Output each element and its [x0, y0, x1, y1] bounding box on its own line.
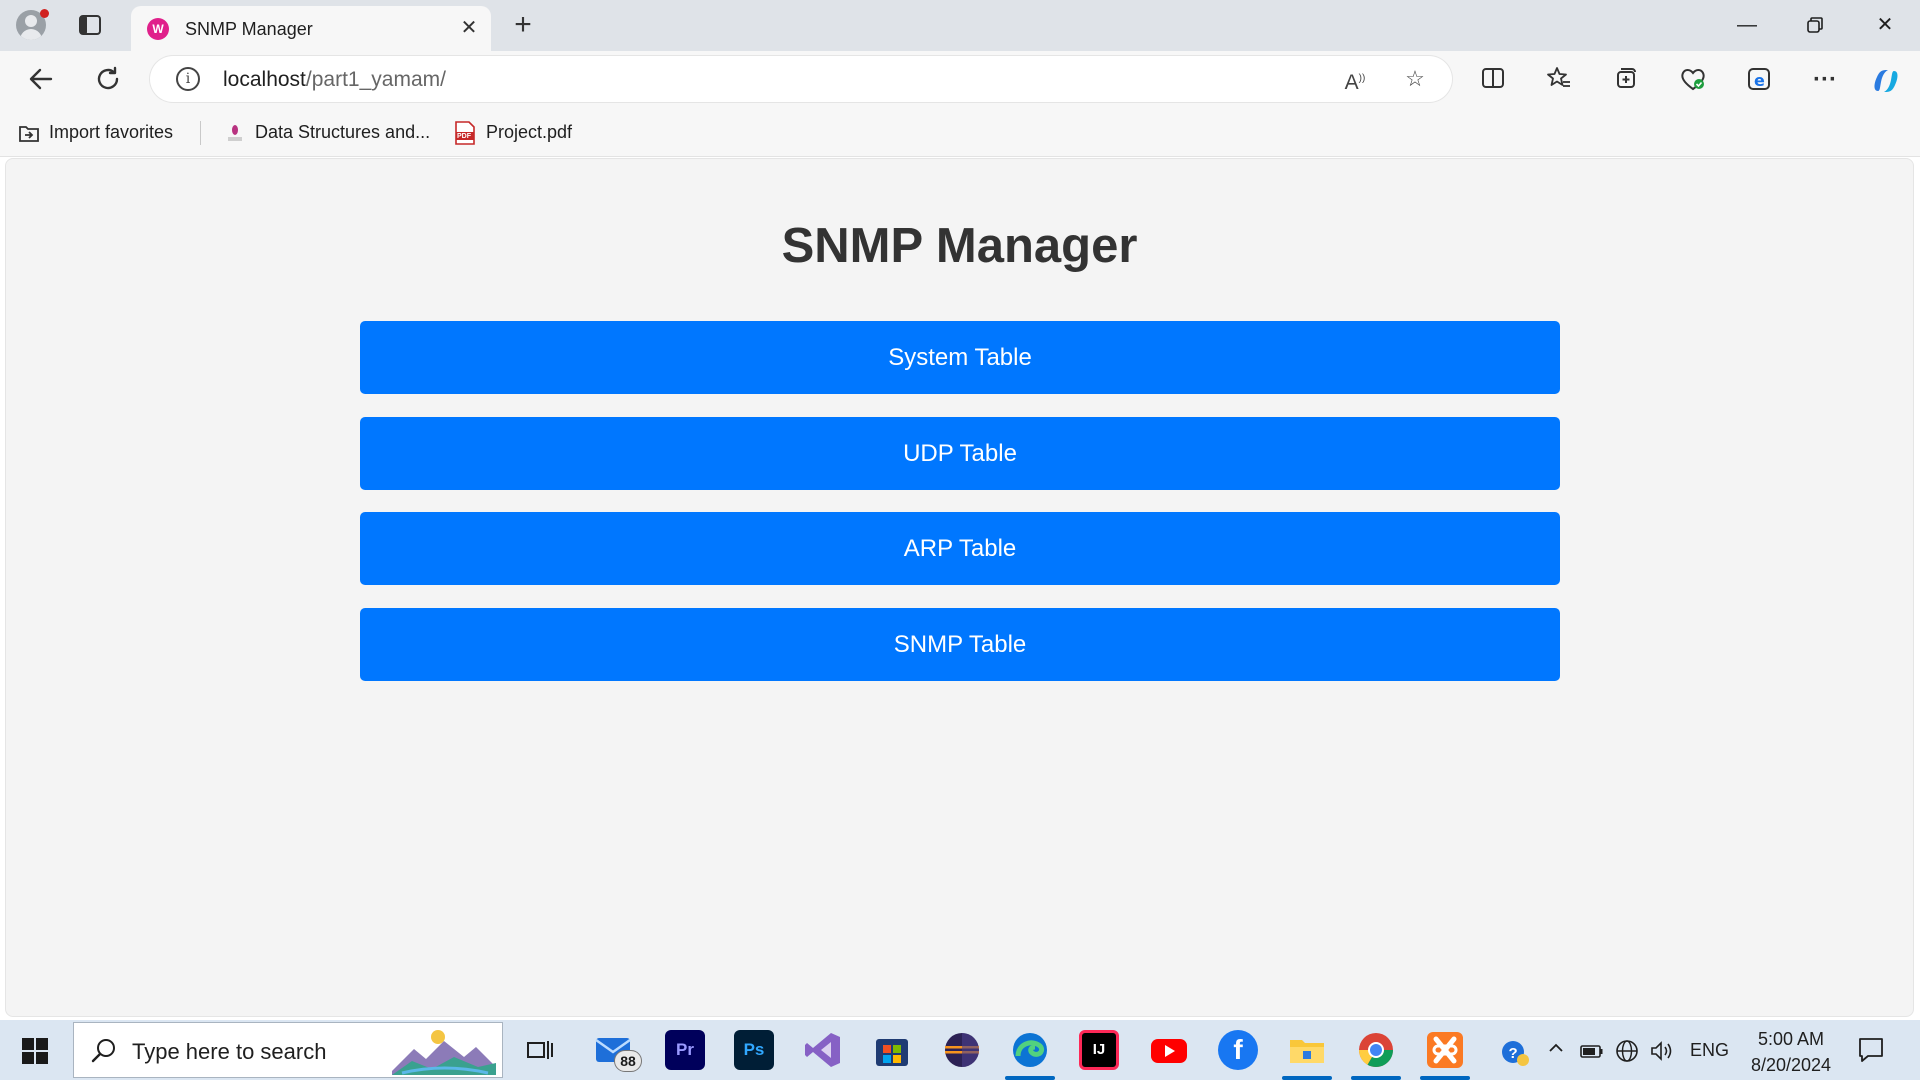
intellij-icon[interactable]: IJ [1079, 1030, 1119, 1070]
snmp-table-button[interactable]: SNMP Table [360, 608, 1560, 681]
explorer-active-indicator [1282, 1076, 1332, 1080]
site-info-icon[interactable]: i [176, 67, 200, 91]
profile-notification-dot [40, 9, 49, 18]
collections-icon[interactable] [1611, 65, 1641, 95]
browser-essentials-icon[interactable] [1678, 65, 1708, 95]
search-highlight-art [392, 1027, 496, 1075]
eclipse-icon[interactable] [942, 1030, 982, 1070]
ie-mode-icon[interactable]: e [1744, 65, 1774, 95]
help-icon[interactable]: ? [1500, 1038, 1529, 1066]
notifications-icon[interactable] [1856, 1036, 1886, 1064]
arp-table-button[interactable]: ARP Table [360, 512, 1560, 585]
favorite-data-structures[interactable]: Data Structures and... [223, 119, 430, 145]
mail-badge: 88 [614, 1050, 642, 1072]
folder-icon[interactable] [1287, 1030, 1327, 1070]
premiere-pro-icon[interactable]: Pr [665, 1030, 705, 1070]
back-icon[interactable] [26, 65, 56, 95]
favorite-project-pdf[interactable]: PDF Project.pdf [454, 119, 572, 145]
read-aloud-icon[interactable]: A)) [1342, 66, 1368, 94]
photoshop-icon[interactable]: Ps [734, 1030, 774, 1070]
address-bar[interactable]: i localhost/part1_yamam/ A)) ☆ [150, 56, 1452, 102]
favorite-label: Data Structures and... [255, 121, 431, 142]
udp-table-button[interactable]: UDP Table [360, 417, 1560, 490]
more-options-icon[interactable]: ··· [1810, 65, 1840, 95]
url-path: /part1_yamam/ [305, 68, 446, 91]
book-icon [223, 121, 245, 143]
network-globe-icon[interactable] [1614, 1038, 1640, 1064]
favorites-bar: Import favorites Data Structures and... … [0, 107, 1920, 157]
copilot-icon[interactable] [1870, 65, 1900, 95]
wamp-icon: W [147, 18, 169, 40]
language-indicator[interactable]: ENG [1690, 1040, 1729, 1061]
tab-title: SNMP Manager [185, 19, 313, 39]
new-tab-icon[interactable]: + [508, 10, 538, 40]
favorite-import[interactable]: Import favorites [17, 119, 173, 145]
tab-actions-icon[interactable] [78, 13, 102, 37]
url-text[interactable]: localhost/part1_yamam/ [223, 68, 446, 92]
mail-icon[interactable]: 88 [594, 1030, 642, 1072]
volume-icon[interactable] [1649, 1038, 1675, 1064]
browser-toolbar: i localhost/part1_yamam/ A)) ☆ e ··· [0, 51, 1920, 107]
chrome-active-indicator [1351, 1076, 1401, 1080]
clock-date: 8/20/2024 [1750, 1055, 1832, 1075]
search-icon [90, 1037, 118, 1065]
taskbar-clock[interactable]: 5:00 AM 8/20/2024 [1736, 1026, 1846, 1078]
facebook-icon[interactable]: f [1218, 1030, 1258, 1070]
close-tab-icon[interactable]: ✕ [457, 16, 481, 40]
battery-icon[interactable] [1579, 1038, 1605, 1064]
active-tab[interactable]: W SNMP Manager ✕ [131, 6, 491, 51]
youtube-icon[interactable] [1149, 1030, 1189, 1070]
search-placeholder: Type here to search [132, 1039, 327, 1064]
xampp-active-indicator [1420, 1076, 1470, 1080]
pdf-icon-label: PDF [457, 133, 471, 140]
edge-active-indicator [1005, 1076, 1055, 1080]
restore-icon[interactable] [1790, 8, 1840, 42]
show-hidden-icons-icon[interactable] [1543, 1038, 1569, 1064]
system-table-button[interactable]: System Table [360, 321, 1560, 394]
edge-icon[interactable] [1010, 1030, 1050, 1070]
read-aloud-glyph: A [1344, 71, 1359, 94]
store-icon[interactable] [872, 1030, 912, 1070]
favorites-separator [200, 121, 201, 145]
taskbar-search[interactable]: Type here to search [73, 1022, 503, 1078]
svg-text:e: e [1754, 71, 1765, 90]
split-screen-icon[interactable] [1478, 65, 1508, 95]
pdf-icon: PDF [454, 121, 476, 145]
chrome-icon[interactable] [1356, 1030, 1396, 1070]
windows-start-icon[interactable] [22, 1038, 48, 1064]
url-host: localhost [223, 68, 306, 91]
close-window-icon[interactable]: ✕ [1860, 8, 1910, 42]
refresh-icon[interactable] [93, 65, 123, 95]
svg-text:?: ? [1509, 1045, 1518, 1062]
import-favorites-icon [17, 121, 39, 143]
taskbar: Type here to search 88 Pr Ps IJ f ? ENG … [0, 1020, 1920, 1080]
minimize-icon[interactable]: — [1722, 8, 1772, 42]
favorite-label: Project.pdf [486, 121, 573, 142]
visual-studio-icon[interactable] [803, 1030, 843, 1070]
task-view-icon[interactable] [520, 1030, 560, 1070]
favorites-icon[interactable] [1544, 65, 1574, 95]
title-bar: W SNMP Manager ✕ + — ✕ [0, 0, 1920, 51]
xampp-icon[interactable] [1425, 1030, 1465, 1070]
page-title: SNMP Manager [781, 219, 1138, 273]
page-viewport: SNMP Manager System Table UDP Table ARP … [5, 158, 1914, 1017]
clock-time: 5:00 AM [1757, 1029, 1825, 1049]
favorite-label: Import favorites [49, 121, 174, 142]
favorite-star-icon[interactable]: ☆ [1402, 66, 1428, 92]
